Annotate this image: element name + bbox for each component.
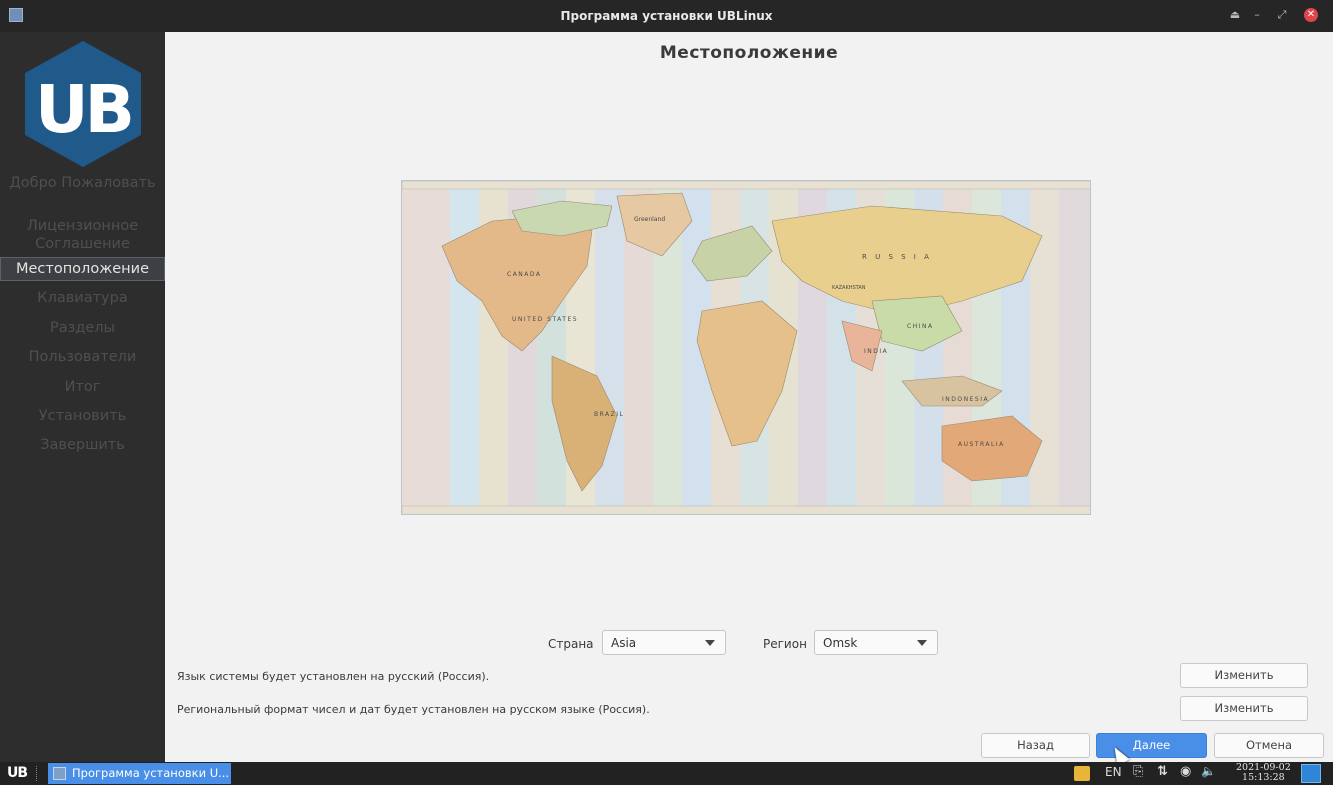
map-label-canada: CANADA (507, 271, 542, 278)
map-label-brazil: BRAZIL (594, 411, 624, 418)
eye-icon[interactable]: ◉ (1180, 764, 1191, 779)
minimize-icon[interactable]: – (1250, 8, 1264, 22)
sidebar-item-users[interactable]: Пользователи (0, 348, 165, 366)
task-label: Программа установки U... (72, 766, 230, 780)
map-label-china: CHINA (907, 323, 934, 330)
cancel-button[interactable]: Отмена (1214, 733, 1324, 758)
window-titlebar: Программа установки UBLinux ⏏ – ⤢ ✕ (0, 0, 1333, 32)
taskbar: UB Программа установки U... EN ⎘ ⇅ ◉ 🔈 2… (0, 762, 1333, 785)
steps-sidebar: UB Добро Пожаловать Лицензионное Соглаше… (0, 32, 165, 762)
region-value: Omsk (823, 636, 858, 650)
sidebar-item-location[interactable]: Местоположение (0, 257, 165, 281)
window-title: Программа установки UBLinux (560, 9, 773, 23)
timezone-map-graphic: CANADA UNITED STATES Greenland BRAZIL R … (402, 181, 1090, 514)
ublinux-logo: UB (25, 41, 141, 167)
clock[interactable]: 2021-09-02 15:13:28 (1236, 763, 1291, 783)
sidebar-item-partitions[interactable]: Разделы (0, 319, 165, 337)
sidebar-item-summary[interactable]: Итог (0, 378, 165, 396)
back-button[interactable]: Назад (981, 733, 1090, 758)
change-language-button[interactable]: Изменить (1180, 663, 1308, 688)
maximize-icon[interactable]: ⤢ (1275, 8, 1289, 22)
close-icon[interactable]: ✕ (1304, 8, 1318, 22)
format-info: Региональный формат чисел и дат будет ус… (177, 703, 650, 716)
region-label: Регион (763, 637, 807, 651)
logo-text: UB (35, 71, 131, 148)
main-panel: Местоположение CANADA UNITED STATES Gree… (165, 32, 1333, 762)
country-combobox[interactable]: Asia (602, 630, 726, 655)
keyboard-layout-indicator[interactable]: EN (1105, 765, 1122, 779)
start-menu-button[interactable]: UB (7, 765, 28, 781)
sidebar-item-finish[interactable]: Завершить (0, 436, 165, 454)
sidebar-item-install[interactable]: Установить (0, 407, 165, 425)
notes-icon[interactable] (1074, 766, 1090, 781)
country-value: Asia (611, 636, 637, 650)
volume-icon[interactable]: 🔈 (1201, 764, 1216, 778)
page-title: Местоположение (659, 43, 839, 63)
region-combobox[interactable]: Omsk (814, 630, 938, 655)
eject-icon[interactable]: ⏏ (1228, 8, 1242, 22)
language-info: Язык системы будет установлен на русский… (177, 670, 490, 683)
sidebar-item-welcome[interactable]: Добро Пожаловать (0, 174, 165, 192)
country-label: Страна (548, 637, 594, 651)
show-desktop-icon[interactable] (1301, 764, 1321, 783)
change-format-button[interactable]: Изменить (1180, 696, 1308, 721)
map-label-russia: R U S S I A (862, 253, 932, 261)
taskbar-separator (36, 766, 38, 781)
chevron-down-icon (917, 640, 927, 646)
clock-time: 15:13:28 (1242, 772, 1285, 783)
sidebar-item-license[interactable]: Лицензионное Соглашение (0, 217, 165, 253)
network-icon[interactable]: ⇅ (1157, 764, 1168, 779)
map-label-greenland: Greenland (634, 216, 665, 223)
chevron-down-icon (705, 640, 715, 646)
map-label-kazakhstan: KAZAKHSTAN (832, 285, 866, 291)
sidebar-item-keyboard[interactable]: Клавиатура (0, 289, 165, 307)
map-label-australia: AUSTRALIA (958, 441, 1005, 448)
map-label-usa: UNITED STATES (512, 316, 578, 323)
clipboard-icon[interactable]: ⎘ (1133, 764, 1143, 779)
taskbar-task-installer[interactable]: Программа установки U... (48, 763, 231, 784)
map-label-indonesia: INDONESIA (942, 396, 989, 403)
installer-icon (53, 767, 66, 780)
map-label-india: INDIA (864, 348, 888, 355)
timezone-map[interactable]: CANADA UNITED STATES Greenland BRAZIL R … (401, 180, 1091, 515)
